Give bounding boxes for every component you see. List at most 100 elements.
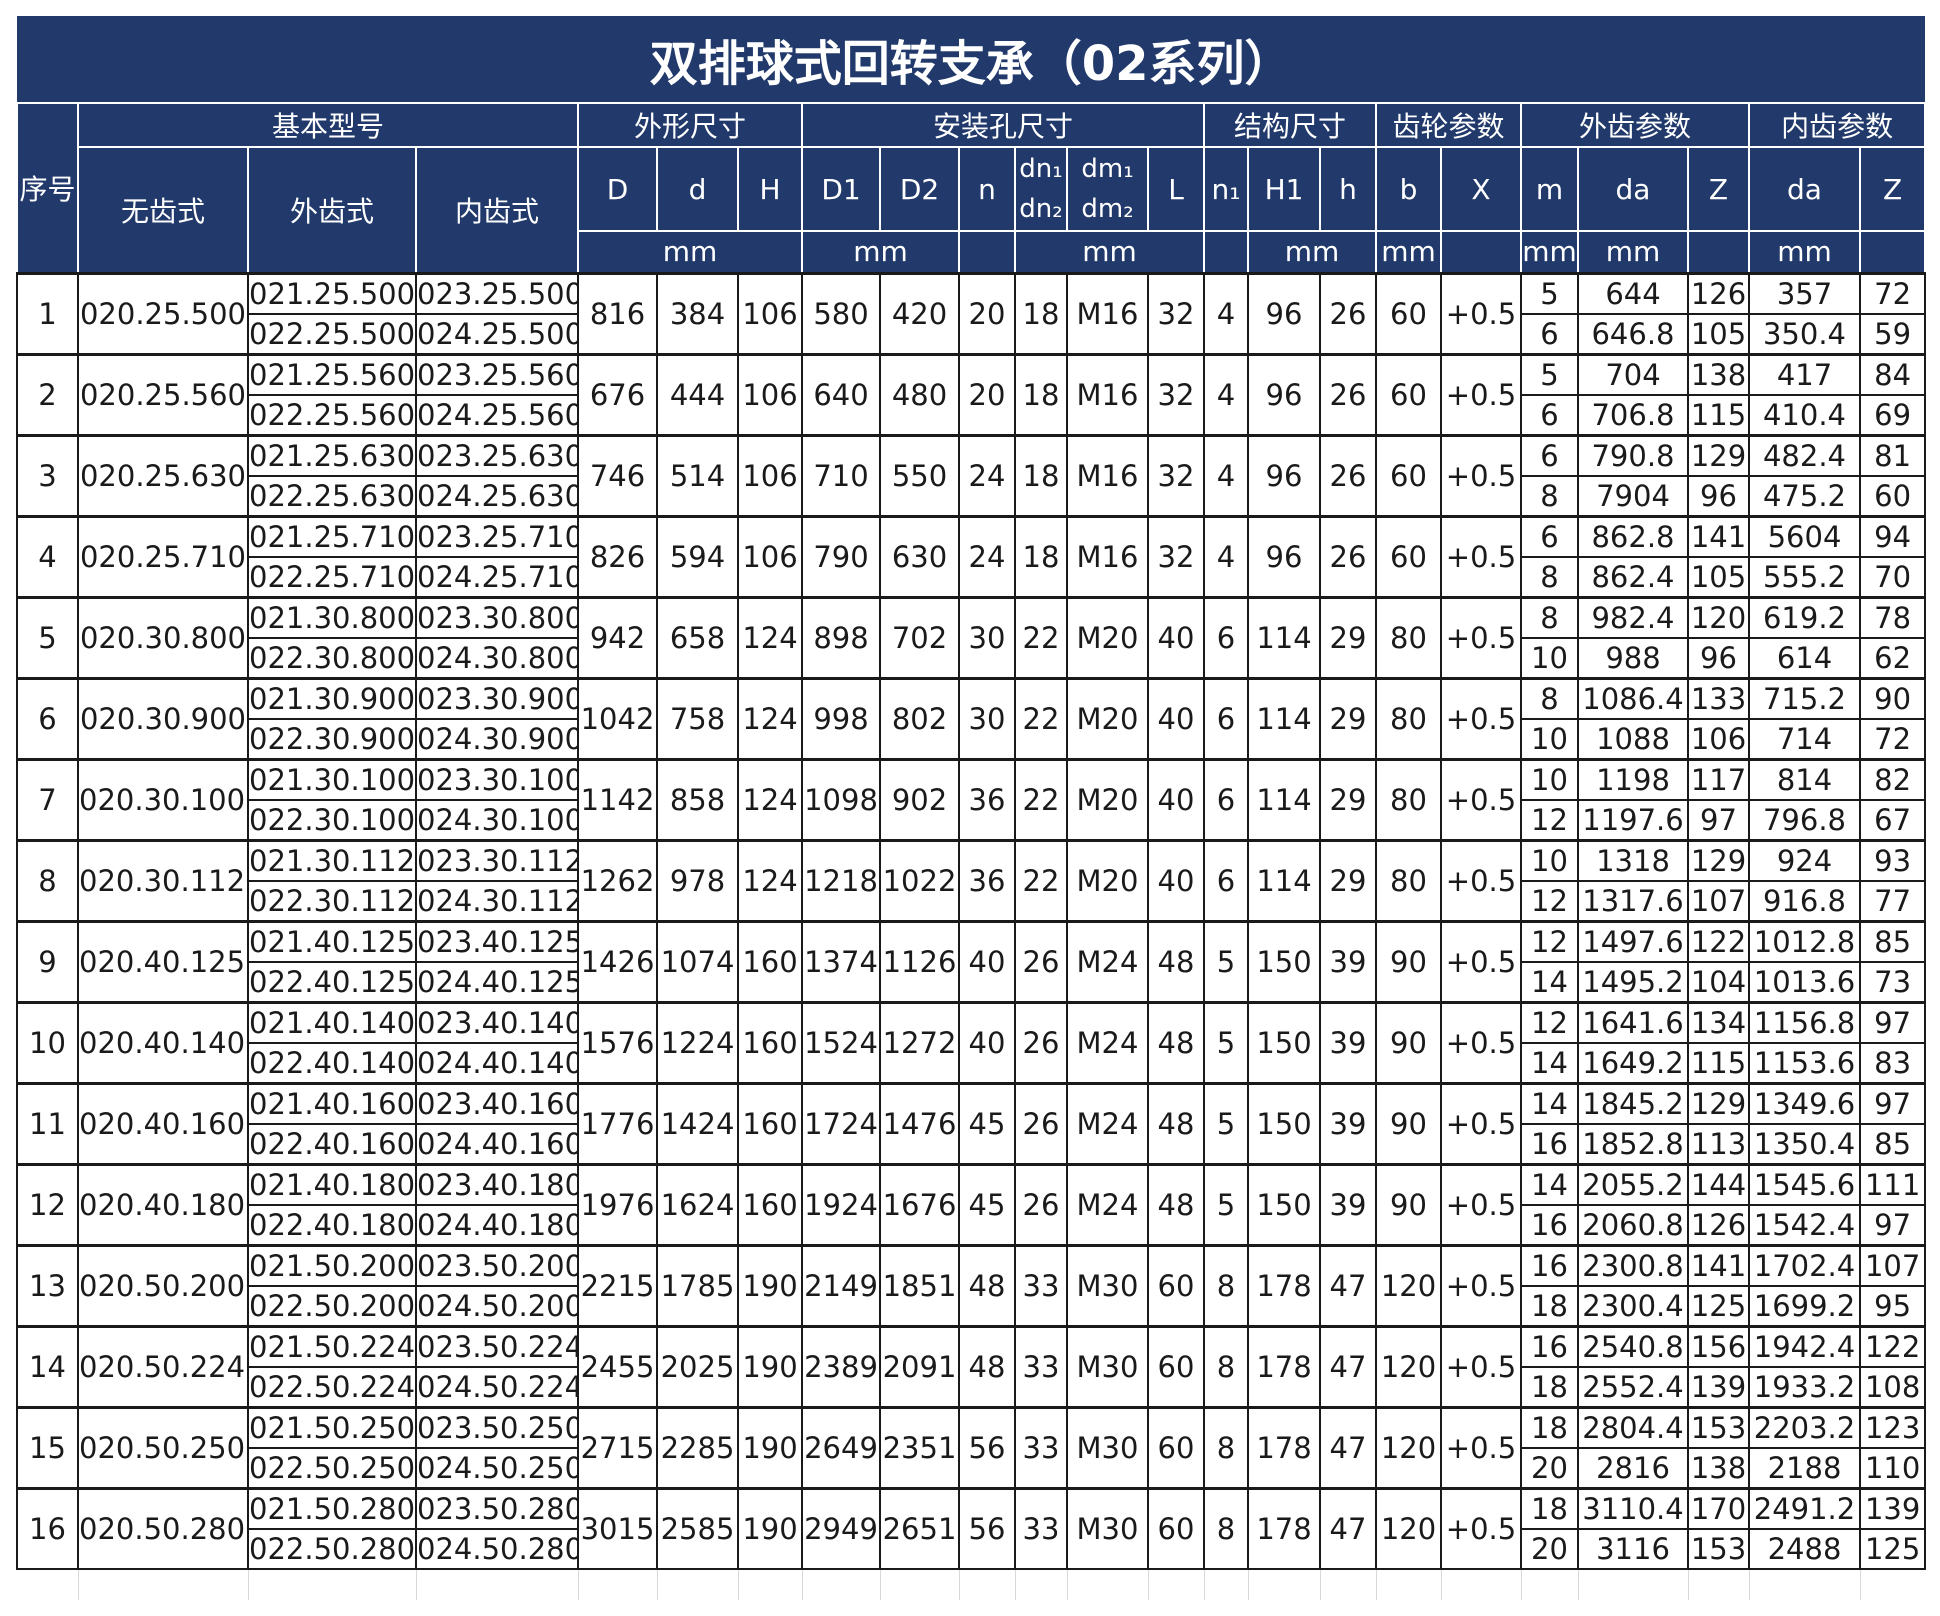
cell-d: 2585 bbox=[656, 1486, 739, 1570]
cell-dm: M24 bbox=[1066, 919, 1149, 1003]
cell-H: 106 bbox=[737, 433, 803, 517]
group-internal-gear: 内齿参数 bbox=[1747, 102, 1927, 148]
cell-internal-model: 024.30.900 bbox=[415, 717, 579, 760]
cell-H: 124 bbox=[737, 838, 803, 922]
cell-z-external: 138 bbox=[1687, 1446, 1750, 1489]
cell-H: 190 bbox=[737, 1243, 803, 1327]
cell-D: 2215 bbox=[577, 1243, 658, 1327]
cell-dm: M20 bbox=[1066, 757, 1149, 841]
cell-da-external: 2540.8 bbox=[1577, 1324, 1689, 1368]
cell-da-internal: 1933.2 bbox=[1748, 1365, 1861, 1408]
cell-z-internal: 108 bbox=[1858, 1365, 1927, 1408]
cell-da-internal: 5604 bbox=[1748, 514, 1861, 558]
col-external-type: 外齿式 bbox=[247, 146, 417, 274]
cell-L: 60 bbox=[1147, 1405, 1205, 1489]
cell-z-internal: 125 bbox=[1858, 1527, 1927, 1570]
cell-da-internal: 1013.6 bbox=[1748, 960, 1861, 1003]
cell-n1: 6 bbox=[1203, 595, 1249, 679]
cell-D1: 898 bbox=[801, 595, 881, 679]
cell-h: 29 bbox=[1319, 757, 1377, 841]
cell-d: 594 bbox=[656, 514, 739, 598]
col-m: m bbox=[1520, 146, 1579, 232]
cell-n: 30 bbox=[958, 595, 1016, 679]
cell-da-internal: 1012.8 bbox=[1748, 919, 1861, 963]
unit-m: mm bbox=[1520, 230, 1579, 274]
cell-H: 106 bbox=[737, 514, 803, 598]
cell-index: 13 bbox=[16, 1243, 79, 1327]
cell-external-model: 022.25.500 bbox=[247, 312, 417, 355]
cell-D2: 420 bbox=[879, 271, 960, 355]
cell-index: 2 bbox=[16, 352, 79, 436]
cell-dm: M30 bbox=[1066, 1486, 1149, 1570]
cell-da-external: 2816 bbox=[1577, 1446, 1689, 1489]
cell-external-model: 022.25.560 bbox=[247, 393, 417, 436]
cell-dn: 26 bbox=[1014, 919, 1068, 1003]
cell-n: 36 bbox=[958, 838, 1016, 922]
table-row: 1 020.25.500 021.25.500 023.25.500 816 384 106… bbox=[16, 271, 1927, 355]
cell-external-model: 022.30.1120 bbox=[247, 879, 417, 922]
cell-z-external: 141 bbox=[1687, 514, 1750, 558]
cell-m: 6 bbox=[1520, 514, 1579, 558]
cell-X: +0.5 bbox=[1440, 757, 1522, 841]
cell-X: +0.5 bbox=[1440, 271, 1522, 355]
cell-H1: 114 bbox=[1247, 676, 1321, 760]
cell-D2: 1126 bbox=[879, 919, 960, 1003]
cell-dm: M24 bbox=[1066, 1162, 1149, 1246]
cell-dn: 22 bbox=[1014, 838, 1068, 922]
cell-base-model: 020.50.2000 bbox=[77, 1243, 249, 1327]
col-index: 序号 bbox=[16, 102, 79, 274]
cell-H1: 150 bbox=[1247, 1162, 1321, 1246]
cell-internal-model: 024.30.800 bbox=[415, 636, 579, 679]
cell-L: 40 bbox=[1147, 676, 1205, 760]
cell-internal-model: 023.25.630 bbox=[415, 433, 579, 477]
table-row: 2 020.25.560 021.25.560 023.25.560 676 444 106… bbox=[16, 352, 1927, 436]
cell-H: 190 bbox=[737, 1324, 803, 1408]
unit-da-internal: mm bbox=[1748, 230, 1861, 274]
cell-n: 48 bbox=[958, 1243, 1016, 1327]
cell-da-external: 862.4 bbox=[1577, 555, 1689, 598]
table-body: 1 020.25.500 021.25.500 023.25.500 816 384 106… bbox=[16, 271, 1927, 1570]
col-z-external: Z bbox=[1687, 146, 1750, 232]
cell-z-internal: 77 bbox=[1858, 879, 1927, 922]
cell-dm: M16 bbox=[1066, 271, 1149, 355]
group-basic-model: 基本型号 bbox=[77, 102, 579, 148]
unit-n-blank bbox=[958, 230, 1016, 274]
cell-index: 7 bbox=[16, 757, 79, 841]
cell-z-internal: 97 bbox=[1858, 1000, 1927, 1044]
cell-L: 60 bbox=[1147, 1486, 1205, 1570]
cell-da-internal: 1702.4 bbox=[1748, 1243, 1861, 1287]
cell-da-external: 1641.6 bbox=[1577, 1000, 1689, 1044]
cell-index: 15 bbox=[16, 1405, 79, 1489]
cell-X: +0.5 bbox=[1440, 919, 1522, 1003]
cell-b: 120 bbox=[1375, 1486, 1442, 1570]
cell-index: 5 bbox=[16, 595, 79, 679]
cell-h: 26 bbox=[1319, 271, 1377, 355]
cell-external-model: 022.50.2240 bbox=[247, 1365, 417, 1408]
cell-h: 26 bbox=[1319, 352, 1377, 436]
cell-X: +0.5 bbox=[1440, 1405, 1522, 1489]
cell-z-internal: 82 bbox=[1858, 757, 1927, 801]
cell-external-model: 021.25.710 bbox=[247, 514, 417, 558]
table-row: 12 020.40.1800 021.40.1800 023.40.180 1976 16… bbox=[16, 1162, 1927, 1246]
cell-d: 1785 bbox=[656, 1243, 739, 1327]
cell-h: 39 bbox=[1319, 919, 1377, 1003]
col-n: n bbox=[958, 146, 1016, 232]
cell-L: 60 bbox=[1147, 1243, 1205, 1327]
cell-z-internal: 73 bbox=[1858, 960, 1927, 1003]
unit-z-ext-blank bbox=[1687, 230, 1750, 274]
cell-D2: 1676 bbox=[879, 1162, 960, 1246]
cell-da-external: 644 bbox=[1577, 271, 1689, 315]
cell-m: 20 bbox=[1520, 1446, 1579, 1489]
cell-H: 190 bbox=[737, 1405, 803, 1489]
cell-L: 32 bbox=[1147, 271, 1205, 355]
cell-da-external: 1198 bbox=[1577, 757, 1689, 801]
cell-m: 14 bbox=[1520, 960, 1579, 1003]
cell-internal-model: 023.50.280 bbox=[415, 1486, 579, 1530]
cell-H1: 150 bbox=[1247, 1000, 1321, 1084]
col-dm2: dm₂ bbox=[1081, 194, 1134, 224]
cell-D: 942 bbox=[577, 595, 658, 679]
cell-D: 2455 bbox=[577, 1324, 658, 1408]
cell-D2: 480 bbox=[879, 352, 960, 436]
cell-D: 2715 bbox=[577, 1405, 658, 1489]
cell-da-internal: 1349.6 bbox=[1748, 1081, 1861, 1125]
